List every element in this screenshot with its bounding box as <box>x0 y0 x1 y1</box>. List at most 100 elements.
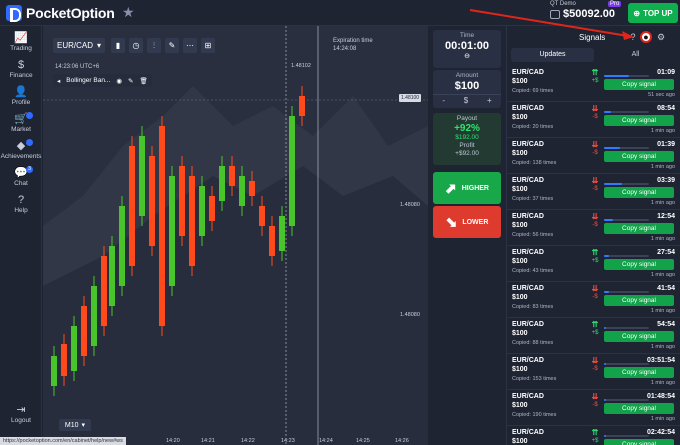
candle <box>119 206 125 286</box>
copy-signal-button[interactable]: Copy signal <box>604 439 674 445</box>
signal-age: 1 min ago <box>650 164 675 170</box>
signal-amount: $100 <box>512 78 528 85</box>
indicators-icon: ⫶ <box>153 40 155 50</box>
copy-signal-button[interactable]: Copy signal <box>604 403 674 414</box>
profit-label: Profit <box>459 142 475 149</box>
copy-signal-button[interactable]: Copy signal <box>604 115 674 126</box>
sidebar-item-achievements[interactable]: ◆ Achievements <box>0 139 42 160</box>
amount-minus-button[interactable]: - <box>442 95 445 105</box>
signal-pair: EUR/CAD <box>512 177 544 184</box>
delete-icon[interactable]: 🗑 <box>139 77 147 85</box>
record-icon[interactable]: ● <box>640 31 652 43</box>
diamond-icon: ◆ <box>0 139 42 153</box>
more-button[interactable]: ⋯ <box>183 38 197 53</box>
copy-signal-button[interactable]: Copy signal <box>604 187 674 198</box>
sidebar-item-trading[interactable]: 📈 Trading <box>0 32 42 52</box>
signal-amount: $100 <box>512 114 528 121</box>
sidebar-item-label: Help <box>14 207 28 214</box>
signal-row: EUR/CAD $100 Copied: 88 times ⇈ +$ 54:54 Copy … <box>507 318 680 354</box>
time-adjust-icon[interactable]: ⊖ <box>433 52 501 60</box>
sidebar-item-finance[interactable]: $ Finance <box>0 59 42 79</box>
signal-pair: EUR/CAD <box>512 69 544 76</box>
signal-progress-bar <box>604 75 649 77</box>
indicators-button[interactable]: ⫶ <box>147 38 161 53</box>
chevron-down-icon: ▾ <box>81 422 86 429</box>
copy-signal-button[interactable]: Copy signal <box>604 79 674 90</box>
payout-amount: $192.00 <box>455 134 479 141</box>
sidebar-item-help[interactable]: ? Help <box>0 194 42 214</box>
higher-label: HIGHER <box>461 184 489 192</box>
top-up-label: TOP UP <box>643 8 673 18</box>
signal-age: 1 min ago <box>650 128 675 134</box>
signal-copied-count: Copied: 56 times <box>512 232 554 238</box>
settings-gear-icon[interactable]: ⚙ <box>655 31 667 43</box>
cart-icon: 🛒 <box>0 112 42 126</box>
amount-label: Amount <box>455 72 479 79</box>
clock-icon: ◷ <box>132 41 140 50</box>
signal-amount: $100 <box>512 258 528 265</box>
copy-signal-button[interactable]: Copy signal <box>604 295 674 306</box>
top-bar: PocketOption ★ QT Demo $50092.00 Pro ⊕ T… <box>0 0 680 26</box>
user-icon: 👤 <box>14 86 28 98</box>
candle <box>179 166 185 236</box>
copy-signal-button[interactable]: Copy signal <box>604 223 674 234</box>
drawing-button[interactable]: ✎ <box>165 38 179 53</box>
market-badge <box>26 112 33 119</box>
signal-progress-bar <box>604 147 649 149</box>
top-up-button[interactable]: ⊕ TOP UP <box>628 3 678 23</box>
signal-copied-count: Copied: 153 times <box>512 376 557 382</box>
candle <box>259 206 265 226</box>
chart-type-button[interactable]: ▮ <box>111 38 125 53</box>
current-price-label: 1.48100 <box>399 94 422 102</box>
signal-timer: 41:54 <box>657 285 675 292</box>
logo[interactable]: PocketOption <box>6 5 115 22</box>
pro-badge: Pro <box>608 1 622 7</box>
sidebar-item-label: Profile <box>11 99 31 106</box>
left-sidebar: 📈 Trading $ Finance 👤 Profile 🛒 Market ◆ Achi… <box>0 26 42 445</box>
signal-pair: EUR/CAD <box>512 213 544 220</box>
candle <box>81 306 87 356</box>
price-chart-area[interactable]: EUR/CAD ▾ ▮ ◷ ⫶ ✎ ⋯ ⊞ 14:23:06 UTC+6 ◂ Bol… <box>43 26 428 445</box>
logout-button[interactable]: ⇥ Logout <box>0 404 42 424</box>
edit-icon[interactable]: ✎ <box>128 77 133 85</box>
copy-signal-button[interactable]: Copy signal <box>604 151 674 162</box>
eye-icon[interactable]: ◉ <box>116 77 122 85</box>
amount-box[interactable]: Amount $100 - $ + <box>433 70 501 108</box>
chart-icon: 📈 <box>14 32 28 44</box>
amount-plus-button[interactable]: + <box>487 95 492 105</box>
help-icon[interactable]: ? <box>627 31 639 43</box>
arrow-down-icon: ⇊ <box>591 212 599 221</box>
timeframe-button[interactable]: ◷ <box>129 38 143 53</box>
copy-signal-button[interactable]: Copy signal <box>604 367 674 378</box>
favorites-star-icon[interactable]: ★ <box>122 4 135 21</box>
higher-button[interactable]: ⬈ HIGHER <box>433 172 501 204</box>
copy-signal-button[interactable]: Copy signal <box>604 259 674 270</box>
pair-selector[interactable]: EUR/CAD ▾ <box>53 38 105 53</box>
x-axis-label: 14:22 <box>241 438 255 444</box>
amount-currency-button[interactable]: $ <box>464 95 468 105</box>
candle <box>209 196 215 221</box>
layout-button[interactable]: ⊞ <box>201 38 215 53</box>
signal-profit: -$ <box>592 294 598 300</box>
signal-copied-count: Copied: 83 times <box>512 304 554 310</box>
tab-updates[interactable]: Updates <box>511 48 594 62</box>
account-selector[interactable]: QT Demo $50092.00 Pro <box>548 1 622 25</box>
candle <box>249 181 255 196</box>
copy-signal-button[interactable]: Copy signal <box>604 331 674 342</box>
sidebar-item-market[interactable]: 🛒 Market <box>0 112 42 133</box>
timeframe-selector[interactable]: M10 ▾ <box>59 419 91 431</box>
price-label-low: 1.48080 <box>400 312 420 318</box>
arrow-down-icon: ⇊ <box>591 176 599 185</box>
expiration-value: 14:24:08 <box>333 46 357 52</box>
x-axis-label: 14:25 <box>356 438 370 444</box>
time-box[interactable]: Time 00:01:00 ⊖ <box>433 30 501 68</box>
price-label-mid: 1.48080 <box>400 202 420 208</box>
lower-button[interactable]: ⬊ LOWER <box>433 206 501 238</box>
sidebar-item-profile[interactable]: 👤 Profile <box>0 86 42 106</box>
signal-progress-bar <box>604 291 649 293</box>
candle <box>219 166 225 201</box>
sidebar-item-chat[interactable]: 💬 3 Chat <box>0 166 42 187</box>
tab-all[interactable]: All <box>594 48 677 62</box>
signal-row: EUR/CAD $100 Copied: 43 times ⇈ +$ 27:54 Copy … <box>507 246 680 282</box>
indicator-label[interactable]: ◂ Bollinger Ban... ◉ ✎ 🗑 <box>53 74 152 87</box>
